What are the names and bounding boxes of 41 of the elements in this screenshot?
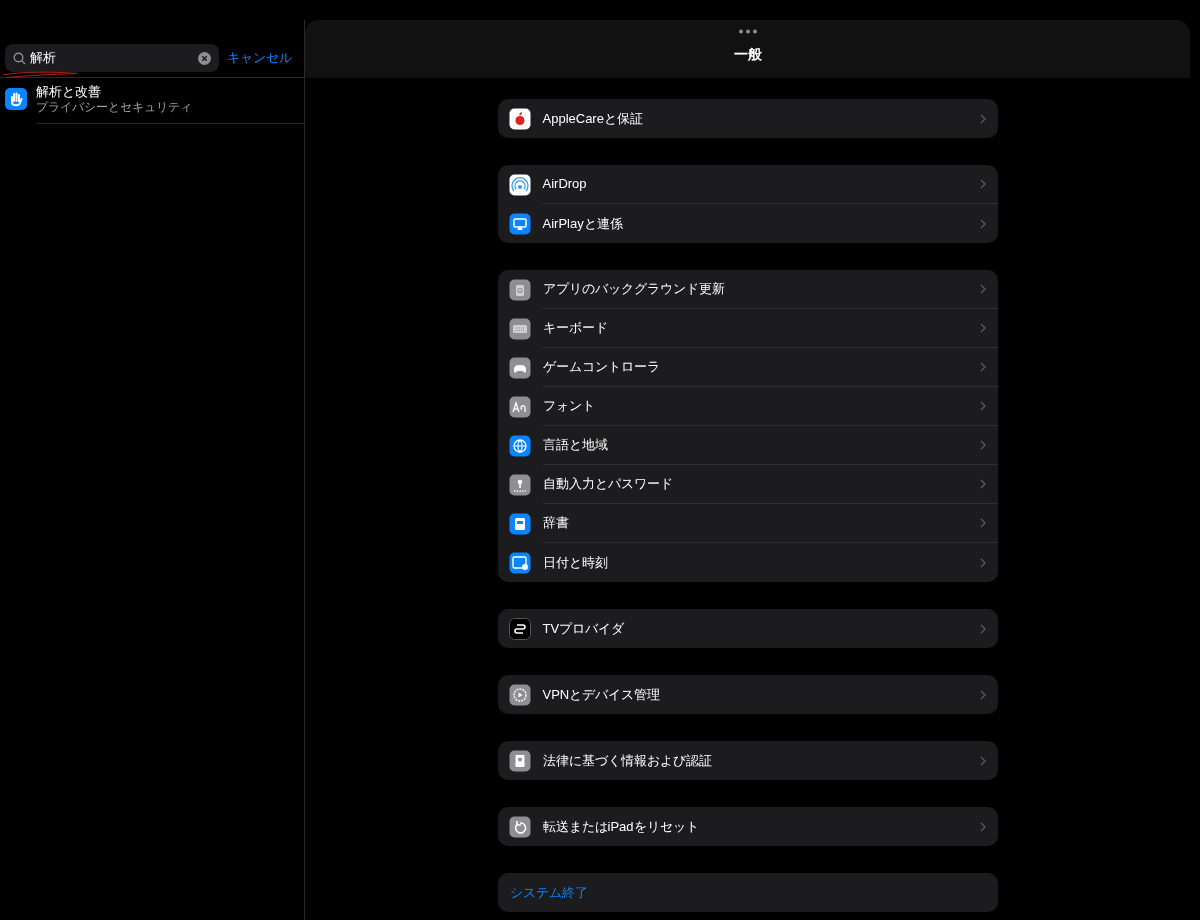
- chevron-icon: [979, 323, 986, 333]
- settings-row[interactable]: 法律に基づく情報および認証: [542, 741, 998, 780]
- chevron-icon: [979, 479, 986, 489]
- clear-icon[interactable]: [198, 51, 211, 65]
- result-title: 解析と改善: [36, 84, 102, 100]
- chevron-icon: [979, 440, 986, 450]
- chevron-icon: [979, 362, 986, 372]
- chevron-icon: [979, 284, 986, 294]
- chevron-icon: [979, 623, 986, 634]
- more-icon[interactable]: [737, 29, 758, 34]
- settings-row[interactable]: フォント: [542, 387, 998, 426]
- chevron-icon: [979, 821, 986, 832]
- search-field[interactable]: 解析: [5, 44, 219, 72]
- settings-row[interactable]: 自動入力とパスワード: [542, 465, 998, 504]
- settings-row[interactable]: キーボード: [542, 309, 998, 348]
- chevron-icon: [979, 179, 986, 189]
- settings-row[interactable]: TVプロバイダ: [542, 609, 998, 648]
- search-icon: [13, 51, 26, 65]
- cancel-button[interactable]: キャンセル: [227, 48, 292, 68]
- settings-row[interactable]: VPNとデバイス管理: [542, 675, 998, 714]
- settings-row[interactable]: アプリのバックグラウンド更新: [542, 270, 998, 309]
- result-subtitle: プライバシーとセキュリティ: [36, 100, 193, 115]
- settings-row[interactable]: AppleCareと保証: [542, 99, 998, 138]
- search-result[interactable]: 解析と改善 プライバシーとセキュリティ: [36, 84, 304, 124]
- settings-row[interactable]: AirPlayと連係: [542, 204, 998, 243]
- chevron-icon: [979, 401, 986, 411]
- settings-row[interactable]: 転送またはiPadをリセット: [542, 807, 998, 846]
- settings-row[interactable]: AirDrop: [542, 165, 998, 204]
- chevron-icon: [979, 218, 986, 229]
- chevron-icon: [979, 113, 986, 124]
- chevron-icon: [979, 518, 986, 528]
- search-input: 解析: [30, 48, 194, 68]
- chevron-icon: [979, 557, 986, 568]
- chevron-icon: [979, 755, 986, 766]
- settings-row[interactable]: 言語と地域: [542, 426, 998, 465]
- page-title: 一般: [733, 45, 762, 64]
- settings-row[interactable]: ゲームコントローラ: [542, 348, 998, 387]
- shutdown-button[interactable]: システム終了: [509, 882, 588, 903]
- settings-row[interactable]: 辞書: [542, 504, 998, 543]
- settings-row[interactable]: 日付と時刻: [542, 543, 998, 582]
- chevron-icon: [979, 689, 986, 700]
